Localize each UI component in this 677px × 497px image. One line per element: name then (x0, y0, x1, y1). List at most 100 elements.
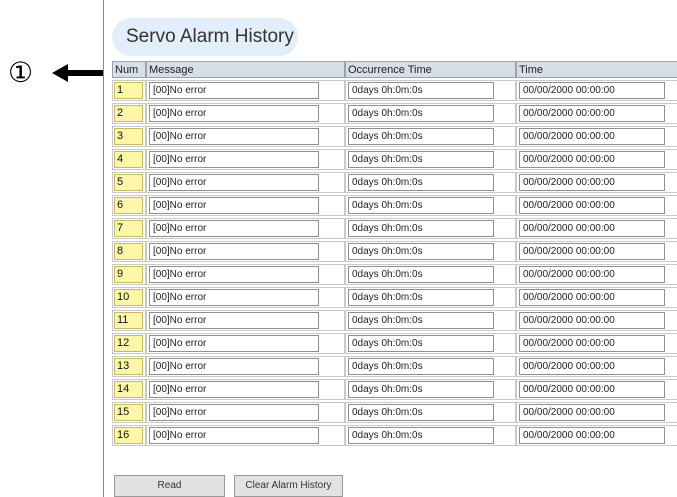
occurrence-time-field[interactable]: 0days 0h:0m:0s (348, 312, 494, 329)
row-number-cell: 6 (112, 195, 146, 216)
message-field[interactable]: [00]No error (149, 197, 319, 214)
message-field-cell: [00]No error (146, 149, 345, 170)
occurrence-time-field[interactable]: 0days 0h:0m:0s (348, 358, 494, 375)
occurrence-time-field-cell: 0days 0h:0m:0s (345, 379, 516, 400)
occurrence-time-field[interactable]: 0days 0h:0m:0s (348, 243, 494, 260)
occurrence-time-field-cell: 0days 0h:0m:0s (345, 218, 516, 239)
time-field-cell: 00/00/2000 00:00:00 (516, 356, 677, 377)
occurrence-time-field[interactable]: 0days 0h:0m:0s (348, 151, 494, 168)
time-field[interactable]: 00/00/2000 00:00:00 (519, 427, 665, 444)
time-field[interactable]: 00/00/2000 00:00:00 (519, 335, 665, 352)
row-number-cell: 16 (112, 425, 146, 446)
occurrence-time-field[interactable]: 0days 0h:0m:0s (348, 128, 494, 145)
occurrence-time-field[interactable]: 0days 0h:0m:0s (348, 105, 494, 122)
occurrence-time-field[interactable]: 0days 0h:0m:0s (348, 82, 494, 99)
table-row: 5 [00]No error 0days 0h:0m:0s 00/00/2000 00… (112, 172, 677, 195)
table-row: 7 [00]No error 0days 0h:0m:0s 00/00/2000 00… (112, 218, 677, 241)
row-number: 9 (114, 266, 143, 283)
message-field[interactable]: [00]No error (149, 220, 319, 237)
occurrence-time-field[interactable]: 0days 0h:0m:0s (348, 335, 494, 352)
servo-alarm-history-panel: Servo Alarm History Num Message Occurren… (103, 0, 677, 497)
time-field[interactable]: 00/00/2000 00:00:00 (519, 266, 665, 283)
time-field[interactable]: 00/00/2000 00:00:00 (519, 220, 665, 237)
time-field[interactable]: 00/00/2000 00:00:00 (519, 243, 665, 260)
occurrence-time-field-cell: 0days 0h:0m:0s (345, 402, 516, 423)
message-field-cell: [00]No error (146, 172, 345, 193)
message-field-cell: [00]No error (146, 425, 345, 446)
occurrence-time-field-cell: 0days 0h:0m:0s (345, 287, 516, 308)
message-field[interactable]: [00]No error (149, 335, 319, 352)
time-field-cell: 00/00/2000 00:00:00 (516, 80, 677, 101)
occurrence-time-field[interactable]: 0days 0h:0m:0s (348, 289, 494, 306)
occurrence-time-field[interactable]: 0days 0h:0m:0s (348, 427, 494, 444)
row-number: 13 (114, 358, 143, 375)
row-number-cell: 2 (112, 103, 146, 124)
left-arrow-icon (52, 64, 104, 82)
occurrence-time-field-cell: 0days 0h:0m:0s (345, 241, 516, 262)
message-field-cell: [00]No error (146, 80, 345, 101)
row-number: 11 (114, 312, 143, 329)
message-field-cell: [00]No error (146, 356, 345, 377)
message-field-cell: [00]No error (146, 241, 345, 262)
row-number: 4 (114, 151, 143, 168)
occurrence-time-field[interactable]: 0days 0h:0m:0s (348, 381, 494, 398)
page-title: Servo Alarm History (126, 26, 294, 47)
row-number: 6 (114, 197, 143, 214)
column-header-message: Message (146, 61, 345, 78)
occurrence-time-field-cell: 0days 0h:0m:0s (345, 126, 516, 147)
row-number-cell: 1 (112, 80, 146, 101)
message-field[interactable]: [00]No error (149, 82, 319, 99)
time-field-cell: 00/00/2000 00:00:00 (516, 333, 677, 354)
message-field[interactable]: [00]No error (149, 427, 319, 444)
occurrence-time-field[interactable]: 0days 0h:0m:0s (348, 404, 494, 421)
occurrence-time-field-cell: 0days 0h:0m:0s (345, 356, 516, 377)
occurrence-time-field[interactable]: 0days 0h:0m:0s (348, 266, 494, 283)
time-field[interactable]: 00/00/2000 00:00:00 (519, 197, 665, 214)
table-row: 13 [00]No error 0days 0h:0m:0s 00/00/2000 0… (112, 356, 677, 379)
time-field[interactable]: 00/00/2000 00:00:00 (519, 289, 665, 306)
occurrence-time-field[interactable]: 0days 0h:0m:0s (348, 197, 494, 214)
message-field[interactable]: [00]No error (149, 266, 319, 283)
row-number: 14 (114, 381, 143, 398)
row-number-cell: 10 (112, 287, 146, 308)
time-field-cell: 00/00/2000 00:00:00 (516, 287, 677, 308)
message-field-cell: [00]No error (146, 287, 345, 308)
time-field[interactable]: 00/00/2000 00:00:00 (519, 312, 665, 329)
occurrence-time-field[interactable]: 0days 0h:0m:0s (348, 220, 494, 237)
read-button[interactable]: Read (114, 475, 225, 497)
table-row: 4 [00]No error 0days 0h:0m:0s 00/00/2000 00… (112, 149, 677, 172)
message-field[interactable]: [00]No error (149, 381, 319, 398)
time-field[interactable]: 00/00/2000 00:00:00 (519, 358, 665, 375)
occurrence-time-field[interactable]: 0days 0h:0m:0s (348, 174, 494, 191)
message-field[interactable]: [00]No error (149, 358, 319, 375)
row-number-cell: 14 (112, 379, 146, 400)
message-field[interactable]: [00]No error (149, 243, 319, 260)
row-number: 8 (114, 243, 143, 260)
message-field[interactable]: [00]No error (149, 174, 319, 191)
time-field[interactable]: 00/00/2000 00:00:00 (519, 151, 665, 168)
message-field-cell: [00]No error (146, 310, 345, 331)
row-number: 2 (114, 105, 143, 122)
message-field[interactable]: [00]No error (149, 289, 319, 306)
time-field-cell: 00/00/2000 00:00:00 (516, 195, 677, 216)
message-field[interactable]: [00]No error (149, 128, 319, 145)
message-field[interactable]: [00]No error (149, 404, 319, 421)
time-field[interactable]: 00/00/2000 00:00:00 (519, 82, 665, 99)
occurrence-time-field-cell: 0days 0h:0m:0s (345, 103, 516, 124)
time-field[interactable]: 00/00/2000 00:00:00 (519, 105, 665, 122)
occurrence-time-field-cell: 0days 0h:0m:0s (345, 149, 516, 170)
table-row: 3 [00]No error 0days 0h:0m:0s 00/00/2000 00… (112, 126, 677, 149)
table-row: 10 [00]No error 0days 0h:0m:0s 00/00/2000 0… (112, 287, 677, 310)
time-field-cell: 00/00/2000 00:00:00 (516, 379, 677, 400)
occurrence-time-field-cell: 0days 0h:0m:0s (345, 80, 516, 101)
message-field[interactable]: [00]No error (149, 312, 319, 329)
message-field-cell: [00]No error (146, 402, 345, 423)
time-field[interactable]: 00/00/2000 00:00:00 (519, 128, 665, 145)
time-field[interactable]: 00/00/2000 00:00:00 (519, 404, 665, 421)
time-field[interactable]: 00/00/2000 00:00:00 (519, 381, 665, 398)
time-field[interactable]: 00/00/2000 00:00:00 (519, 174, 665, 191)
message-field[interactable]: [00]No error (149, 105, 319, 122)
message-field[interactable]: [00]No error (149, 151, 319, 168)
row-number-cell: 7 (112, 218, 146, 239)
clear-alarm-history-button[interactable]: Clear Alarm History (234, 475, 343, 497)
